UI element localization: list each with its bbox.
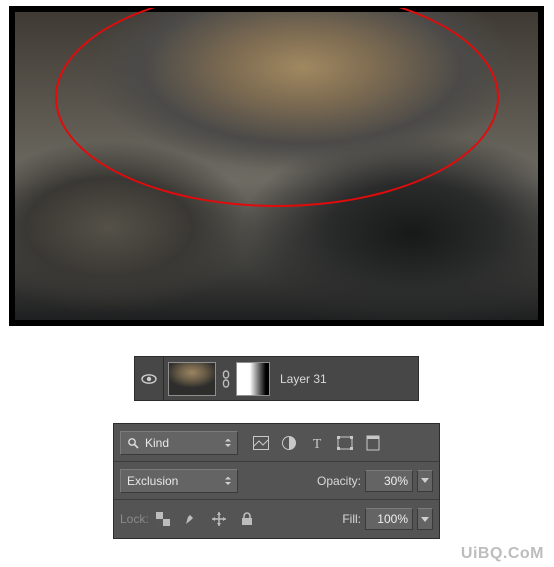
- lock-fill-row: Lock: Fill: 100%: [114, 500, 439, 538]
- fill-flyout-button[interactable]: [417, 508, 433, 530]
- filter-row: Kind T: [114, 424, 439, 462]
- watermark-text: UiBQ.CoM: [461, 545, 544, 562]
- layer-thumbnail[interactable]: [168, 362, 216, 396]
- shape-filter-icon[interactable]: [336, 434, 354, 452]
- composite-image: [15, 12, 538, 320]
- lock-all-button[interactable]: [239, 511, 255, 527]
- dropdown-arrows-icon: [225, 477, 231, 485]
- chevron-down-icon: [421, 517, 429, 522]
- filter-icons-group: T: [252, 434, 382, 452]
- dropdown-arrows-icon: [225, 439, 231, 447]
- type-filter-icon[interactable]: T: [308, 434, 326, 452]
- image-filter-icon[interactable]: [252, 434, 270, 452]
- opacity-value: 30%: [384, 474, 408, 488]
- layer-mask-link-icon[interactable]: [219, 365, 233, 393]
- opacity-flyout-button[interactable]: [417, 470, 433, 492]
- search-icon: [127, 437, 139, 449]
- layer-visibility-toggle[interactable]: [135, 357, 164, 400]
- layer-name-label[interactable]: Layer 31: [280, 372, 327, 386]
- adjustment-filter-icon[interactable]: [280, 434, 298, 452]
- fill-value: 100%: [377, 512, 408, 526]
- eye-icon: [141, 373, 157, 385]
- canvas-preview: [9, 6, 544, 326]
- smart-filter-icon[interactable]: [364, 434, 382, 452]
- layer-mask-thumbnail[interactable]: [236, 362, 270, 396]
- fill-group: Fill: 100%: [342, 508, 433, 530]
- opacity-label[interactable]: Opacity:: [317, 474, 361, 488]
- opacity-group: Opacity: 30%: [317, 470, 433, 492]
- layer-row[interactable]: Layer 31: [134, 356, 419, 401]
- lock-pixels-button[interactable]: [183, 511, 199, 527]
- blend-mode-dropdown[interactable]: Exclusion: [120, 469, 238, 493]
- svg-text:T: T: [313, 437, 322, 450]
- blend-opacity-row: Exclusion Opacity: 30%: [114, 462, 439, 500]
- filter-kind-dropdown[interactable]: Kind: [120, 431, 238, 455]
- lock-label: Lock:: [120, 512, 149, 526]
- fill-value-input[interactable]: 100%: [365, 508, 413, 530]
- filter-kind-label: Kind: [145, 436, 169, 450]
- opacity-value-input[interactable]: 30%: [365, 470, 413, 492]
- lock-position-button[interactable]: [211, 511, 227, 527]
- layer-options-panel: Kind T Exclusion Opa: [113, 423, 440, 539]
- chain-link-icon: [221, 370, 231, 388]
- blend-mode-value: Exclusion: [127, 474, 178, 488]
- fill-label[interactable]: Fill:: [342, 512, 361, 526]
- lock-icons-group: [155, 511, 255, 527]
- watermark: UiBQ.CoM: [461, 545, 544, 563]
- chevron-down-icon: [421, 478, 429, 483]
- lock-transparency-button[interactable]: [155, 511, 171, 527]
